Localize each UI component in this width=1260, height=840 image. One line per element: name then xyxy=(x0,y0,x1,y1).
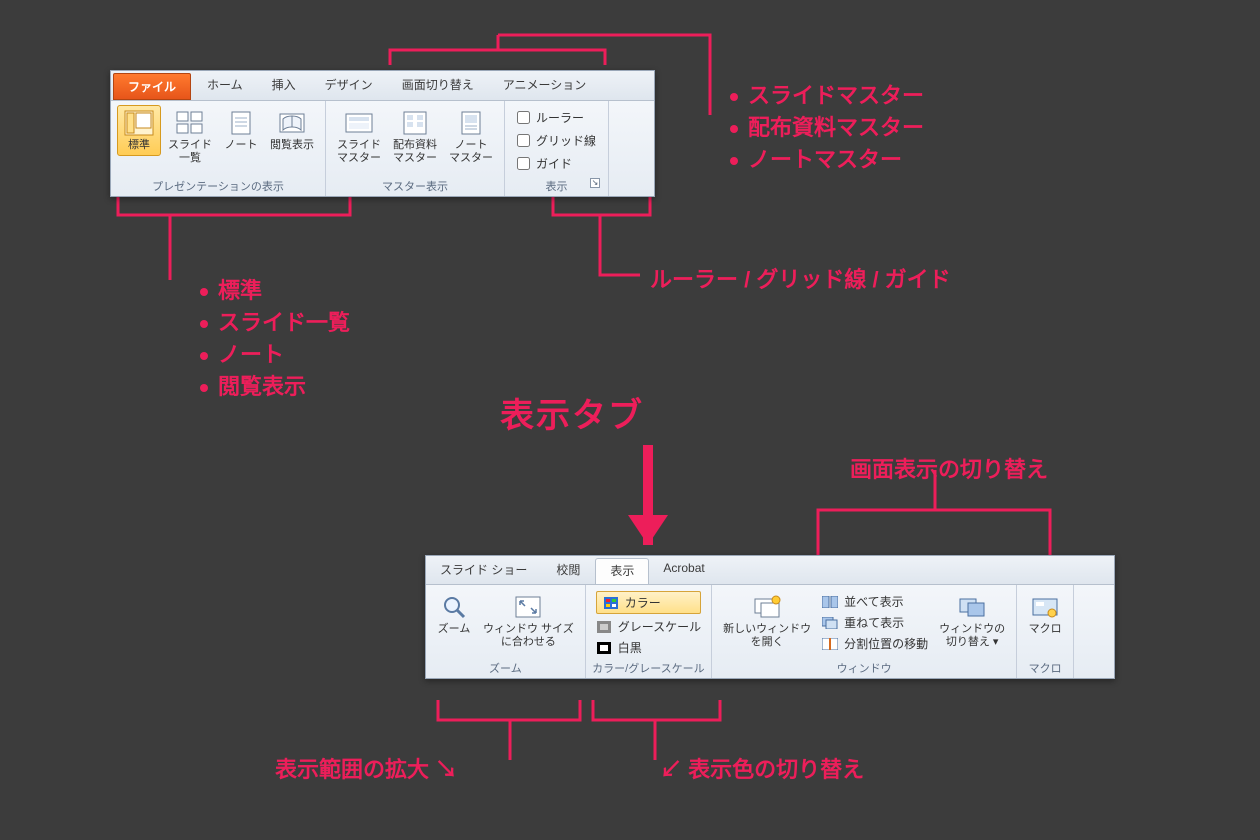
group-presentation-views: 標準 スライド 一覧 ノート 閲覧表示 プレゼンテーションの表示 xyxy=(111,101,326,196)
zoom-icon xyxy=(438,593,470,621)
tab-slideshow[interactable]: スライド ショー xyxy=(426,556,542,584)
btn-black-white[interactable]: 白黒 xyxy=(596,639,701,656)
group-label-zoom: ズーム xyxy=(432,658,579,676)
callout-zoom: 表示範囲の拡大 ↘ xyxy=(275,752,457,784)
btn-notes-master[interactable]: ノート マスター xyxy=(444,105,498,169)
btn-normal-view[interactable]: 標準 xyxy=(117,105,161,156)
ribbon-bottom: スライド ショー 校閲 表示 Acrobat ズーム ウィンドウ サイズ に合わ… xyxy=(425,555,1115,679)
tab-design[interactable]: デザイン xyxy=(311,71,388,100)
color-icon xyxy=(603,596,619,610)
normal-view-icon xyxy=(123,109,155,137)
btn-zoom[interactable]: ズーム xyxy=(432,589,476,640)
group-label-window: ウィンドウ xyxy=(718,658,1010,676)
notes-view-icon xyxy=(225,109,257,137)
group-label-macro: マクロ xyxy=(1023,658,1067,676)
switch-windows-icon xyxy=(956,593,988,621)
group-show: ルーラー グリッド線 ガイド 表示↘ xyxy=(505,101,609,196)
grayscale-icon xyxy=(596,620,612,634)
tab-file[interactable]: ファイル xyxy=(113,73,191,100)
dialog-launcher-icon[interactable]: ↘ xyxy=(590,178,600,188)
move-split-icon xyxy=(822,637,838,651)
group-color-grayscale: カラー グレースケール 白黒 カラー/グレースケール xyxy=(586,585,712,678)
ribbon-top: ファイル ホーム 挿入 デザイン 画面切り替え アニメーション 標準 スライド … xyxy=(110,70,655,197)
btn-slide-sorter[interactable]: スライド 一覧 xyxy=(163,105,217,169)
tabs-top: ファイル ホーム 挿入 デザイン 画面切り替え アニメーション xyxy=(111,71,654,101)
btn-macros[interactable]: マクロ xyxy=(1023,589,1067,640)
btn-notes-view[interactable]: ノート xyxy=(219,105,263,156)
tab-acrobat[interactable]: Acrobat xyxy=(649,556,719,584)
macros-icon xyxy=(1029,593,1061,621)
btn-new-window[interactable]: 新しいウィンドウ を開く xyxy=(718,589,816,653)
group-macro: マクロ マクロ xyxy=(1017,585,1074,678)
tab-transition[interactable]: 画面切り替え xyxy=(388,71,489,100)
btn-slide-master[interactable]: スライド マスター xyxy=(332,105,386,169)
callout-masters: スライドマスター 配布資料マスター ノートマスター xyxy=(730,80,924,176)
group-label-color: カラー/グレースケール xyxy=(592,658,705,676)
arrange-all-icon xyxy=(822,595,838,609)
black-white-icon xyxy=(596,641,612,655)
chk-ruler[interactable]: ルーラー xyxy=(517,109,596,126)
btn-reading-view[interactable]: 閲覧表示 xyxy=(265,105,319,156)
cascade-icon xyxy=(822,616,838,630)
reading-view-icon xyxy=(276,109,308,137)
group-zoom: ズーム ウィンドウ サイズ に合わせる ズーム xyxy=(426,585,586,678)
callout-color-switch: ↙ 表示色の切り替え xyxy=(660,752,864,784)
slide-sorter-icon xyxy=(174,109,206,137)
group-window: 新しいウィンドウ を開く 並べて表示 重ねて表示 分割位置の移動 xyxy=(712,585,1017,678)
btn-handout-master[interactable]: 配布資料 マスター xyxy=(388,105,442,169)
btn-arrange-all[interactable]: 並べて表示 xyxy=(822,593,928,610)
slide-master-icon xyxy=(343,109,375,137)
callout-window-switch: 画面表示の切り替え xyxy=(850,452,1048,484)
callout-show-items: ルーラー / グリッド線 / ガイド xyxy=(650,262,951,294)
btn-move-split[interactable]: 分割位置の移動 xyxy=(822,635,928,652)
btn-color[interactable]: カラー xyxy=(596,591,701,614)
tabs-bottom: スライド ショー 校閲 表示 Acrobat xyxy=(426,556,1114,585)
tab-home[interactable]: ホーム xyxy=(193,71,258,100)
btn-grayscale[interactable]: グレースケール xyxy=(596,618,701,635)
notes-master-icon xyxy=(455,109,487,137)
group-label-presentation: プレゼンテーションの表示 xyxy=(117,176,319,194)
group-label-show: 表示↘ xyxy=(511,176,602,194)
group-master-views: スライド マスター 配布資料 マスター ノート マスター マスター表示 xyxy=(326,101,505,196)
group-label-master: マスター表示 xyxy=(332,176,498,194)
chk-guides[interactable]: ガイド xyxy=(517,155,596,172)
fit-window-icon xyxy=(512,593,544,621)
btn-fit-window[interactable]: ウィンドウ サイズ に合わせる xyxy=(478,589,579,653)
tab-view[interactable]: 表示 xyxy=(595,558,649,584)
chk-gridlines[interactable]: グリッド線 xyxy=(517,132,596,149)
new-window-icon xyxy=(751,593,783,621)
btn-switch-windows[interactable]: ウィンドウの 切り替え ▾ xyxy=(934,589,1010,653)
btn-cascade[interactable]: 重ねて表示 xyxy=(822,614,928,631)
tab-insert[interactable]: 挿入 xyxy=(258,71,311,100)
tab-animation[interactable]: アニメーション xyxy=(489,71,602,100)
callout-views: 標準 スライド一覧 ノート 閲覧表示 xyxy=(200,275,350,403)
tab-review[interactable]: 校閲 xyxy=(542,556,595,584)
title-callout: 表示タブ xyxy=(500,388,644,437)
handout-master-icon xyxy=(399,109,431,137)
